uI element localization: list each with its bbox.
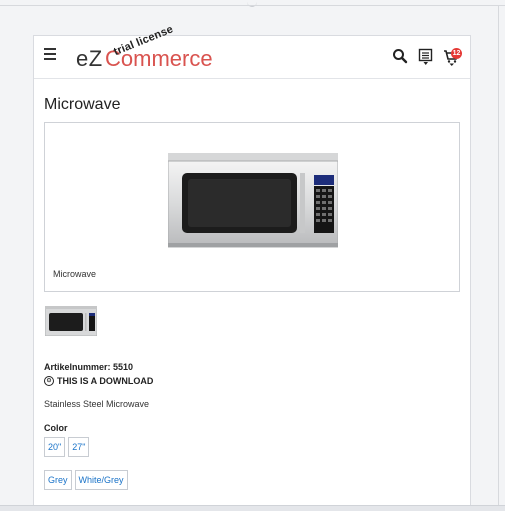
site-logo[interactable]: eZ Commerce trial license (76, 23, 213, 72)
shop-page: eZ Commerce trial license 12 Microwave M… (33, 23, 471, 511)
color-label: Color (44, 423, 68, 433)
product-thumbnail[interactable] (45, 306, 97, 336)
search-icon[interactable] (392, 48, 410, 66)
hamburger-icon[interactable] (44, 48, 56, 62)
color-options: Grey White/Grey (44, 470, 128, 490)
logo-ez: eZ (76, 46, 103, 71)
product-image-box[interactable]: Microwave (44, 122, 460, 292)
product-description: Stainless Steel Microwave (44, 399, 150, 409)
download-label: THIS IS A DOWNLOAD (57, 376, 154, 386)
size-option-27[interactable]: 27" (68, 437, 90, 457)
size-option-20[interactable]: 20" (44, 437, 66, 457)
color-option-white-grey[interactable]: White/Grey (74, 470, 128, 490)
download-notice: ⊙ THIS IS A DOWNLOAD (44, 376, 153, 386)
download-icon: ⊙ (44, 376, 54, 386)
list-icon[interactable] (418, 48, 436, 66)
size-options: 20" 27" (44, 437, 90, 457)
site-header: eZ Commerce trial license 12 (34, 23, 470, 79)
microwave-image (168, 153, 338, 248)
bottom-status-strip (0, 505, 505, 511)
frame-divider (0, 5, 505, 6)
image-caption: Microwave (53, 269, 97, 279)
browser-viewport: eZ Commerce trial license 12 Microwave M… (0, 0, 505, 511)
article-number: Artikelnummer: 5510 (44, 362, 134, 372)
color-option-grey[interactable]: Grey (44, 470, 72, 490)
cart-count-badge: 12 (451, 48, 462, 59)
frame-divider-right (498, 5, 499, 505)
page-title: Microwave (44, 96, 121, 113)
